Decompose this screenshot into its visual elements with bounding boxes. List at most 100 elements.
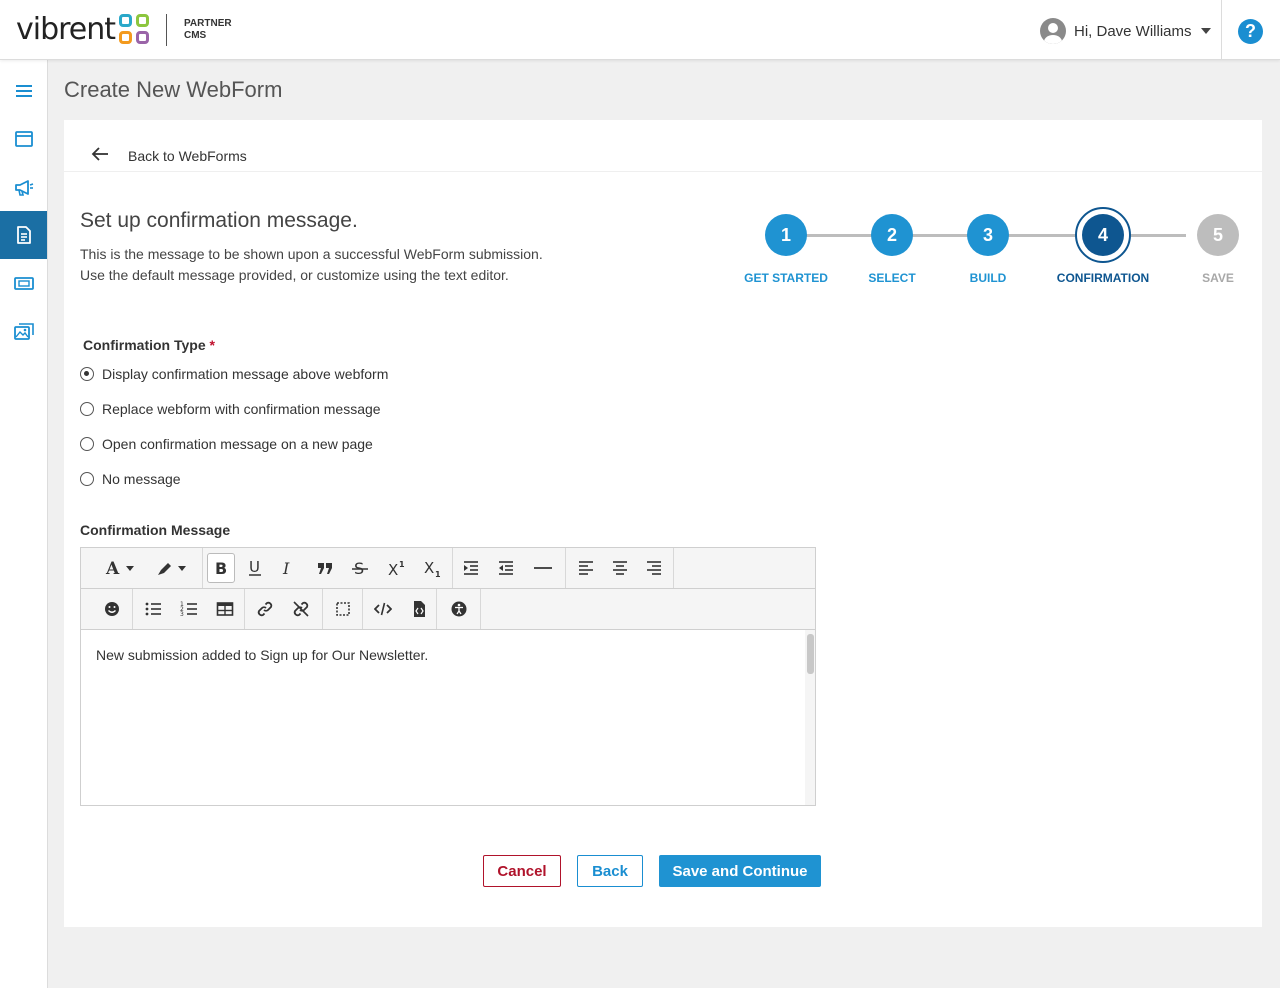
section-title: Set up confirmation message. (80, 209, 358, 232)
step-2-circle[interactable]: 2 (871, 214, 913, 256)
align-left-icon (579, 561, 593, 575)
horizontal-rule-icon (534, 567, 552, 569)
logo-icon (119, 14, 151, 46)
align-right-icon (647, 561, 661, 575)
outdent-icon (499, 561, 513, 575)
scrollbar-thumb[interactable] (807, 634, 814, 674)
radio-button-checked[interactable] (80, 367, 94, 381)
toolbar-group-lists: 123 (133, 589, 245, 629)
sidebar-item-tickets[interactable] (0, 259, 47, 307)
bold-button[interactable]: B (207, 553, 235, 583)
svg-text:X: X (388, 561, 398, 577)
radio-option-new-page[interactable]: Open confirmation message on a new page (80, 436, 373, 452)
step-1-label: GET STARTED (744, 271, 828, 285)
back-button[interactable]: Back (577, 855, 643, 887)
header-separator (1221, 0, 1222, 60)
select-all-icon (336, 602, 350, 616)
emoji-button[interactable] (98, 594, 126, 624)
insert-link-button[interactable] (251, 594, 279, 624)
radio-label: Open confirmation message on a new page (102, 436, 373, 452)
radio-label: No message (102, 471, 181, 487)
step-2-label: SELECT (868, 271, 916, 285)
editor-content-text: New submission added to Sign up for Our … (96, 647, 429, 663)
section-description: This is the message to be shown upon a s… (80, 244, 543, 286)
highlighter-icon (158, 563, 186, 575)
user-menu[interactable]: Hi, Dave Williams (1040, 18, 1211, 44)
accessibility-button[interactable] (445, 594, 473, 624)
underline-button[interactable]: U (241, 553, 269, 583)
toolbar-group-text-style: A (81, 548, 203, 588)
code-file-button[interactable] (405, 594, 433, 624)
back-to-webforms-link[interactable]: Back to WebForms (90, 144, 247, 164)
underline-icon: U (249, 559, 261, 576)
toolbar-group-links (245, 589, 323, 629)
editor-scrollbar[interactable] (805, 630, 815, 805)
link-icon (257, 601, 273, 617)
horizontal-rule-button[interactable] (529, 553, 557, 583)
indent-icon (464, 561, 478, 575)
svg-text:1: 1 (435, 570, 441, 577)
sidebar-item-media[interactable] (0, 307, 47, 355)
sidebar-item-pages[interactable] (0, 115, 47, 163)
cancel-button[interactable]: Cancel (483, 855, 561, 887)
select-all-button[interactable] (329, 594, 357, 624)
editor-content-area[interactable]: New submission added to Sign up for Our … (81, 630, 815, 805)
logo-wordmark[interactable]: vibrent (16, 12, 116, 47)
help-icon[interactable]: ? (1238, 19, 1263, 44)
unlink-button[interactable] (287, 594, 315, 624)
insert-table-button[interactable] (211, 594, 239, 624)
radio-button[interactable] (80, 472, 94, 486)
svg-text:S: S (354, 559, 364, 577)
source-code-button[interactable] (369, 594, 397, 624)
outdent-button[interactable] (492, 553, 520, 583)
toolbar-group-emoji (81, 589, 133, 629)
save-and-continue-button[interactable]: Save and Continue (659, 855, 821, 887)
radio-label: Display confirmation message above webfo… (102, 366, 389, 382)
description-line-2: Use the default message provided, or cus… (80, 267, 509, 283)
editor-toolbar-row-1: A B U I S X 1 X 1 (81, 548, 815, 589)
hamburger-icon (15, 85, 32, 97)
indent-button[interactable] (457, 553, 485, 583)
align-left-button[interactable] (572, 553, 600, 583)
italic-button[interactable]: I (273, 553, 301, 583)
superscript-icon: X1 (388, 560, 405, 577)
user-greeting: Hi, Dave Williams (1074, 22, 1192, 40)
numbered-list-icon: 123 (180, 601, 197, 618)
step-1-circle[interactable]: 1 (765, 214, 807, 256)
page-title: Create New WebForm (64, 77, 283, 102)
subscript-icon: X1 (424, 559, 441, 577)
radio-button[interactable] (80, 437, 94, 451)
superscript-button[interactable]: X1 (382, 553, 410, 583)
step-5-label: SAVE (1202, 271, 1234, 285)
font-color-button[interactable]: A (101, 553, 141, 583)
sidebar-item-campaigns[interactable] (0, 163, 47, 211)
arrow-left-icon (91, 147, 108, 161)
back-link-label: Back to WebForms (128, 148, 247, 164)
step-3-circle[interactable]: 3 (967, 214, 1009, 256)
sidebar-item-webforms[interactable] (0, 211, 47, 259)
subscript-button[interactable]: X1 (418, 553, 446, 583)
logo-subtitle-line2: CMS (184, 30, 207, 41)
logo-divider (166, 14, 167, 46)
radio-button[interactable] (80, 402, 94, 416)
blockquote-button[interactable] (311, 553, 339, 583)
ticket-icon (13, 277, 34, 290)
radio-option-no-message[interactable]: No message (80, 471, 181, 487)
align-center-button[interactable] (606, 553, 634, 583)
highlight-color-button[interactable] (153, 553, 193, 583)
svg-text:X: X (424, 559, 434, 577)
numbered-list-button[interactable]: 123 (175, 594, 203, 624)
smiley-icon (105, 602, 119, 616)
sidebar-item-menu[interactable] (0, 67, 47, 115)
document-icon (16, 226, 31, 244)
strikethrough-button[interactable]: S (346, 553, 374, 583)
sidebar (0, 60, 48, 988)
radio-option-display-above[interactable]: Display confirmation message above webfo… (80, 366, 388, 382)
radio-option-replace-webform[interactable]: Replace webform with confirmation messag… (80, 401, 381, 417)
toolbar-group-align (566, 548, 674, 588)
align-right-button[interactable] (640, 553, 668, 583)
bold-icon: B (215, 559, 227, 577)
step-4-circle[interactable]: 4 (1082, 214, 1124, 256)
bulleted-list-button[interactable] (139, 594, 167, 624)
strikethrough-icon: S (352, 559, 368, 577)
